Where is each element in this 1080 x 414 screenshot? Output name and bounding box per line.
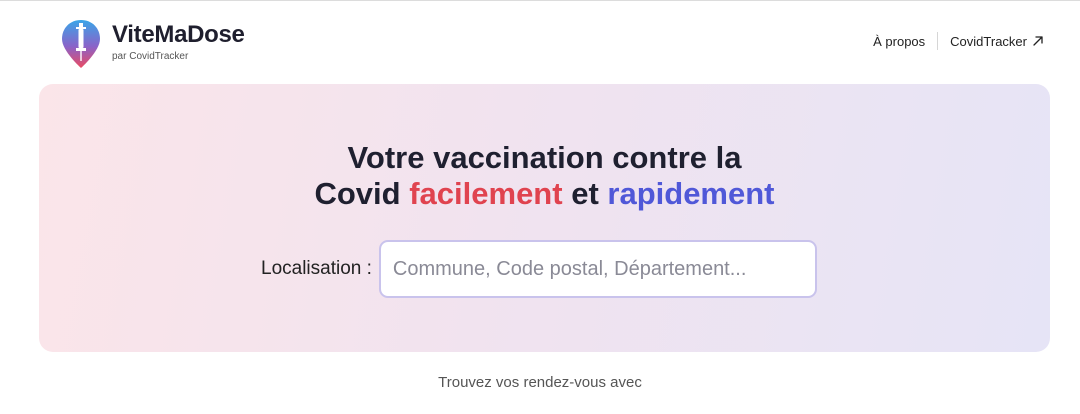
- hero-banner: Votre vaccination contre la Covid facile…: [39, 84, 1050, 352]
- hero-title-word-et: et: [571, 176, 599, 211]
- hero-title: Votre vaccination contre la Covid facile…: [39, 140, 1050, 212]
- footer-tagline: Trouvez vos rendez-vous avec: [438, 374, 642, 391]
- syringe-pin-icon: [62, 20, 100, 68]
- nav-divider: [937, 32, 939, 50]
- nav-link-covidtracker[interactable]: CovidTracker: [950, 34, 1044, 49]
- hero-title-word-covid: Covid: [314, 176, 401, 211]
- location-search-input[interactable]: [378, 240, 817, 298]
- arrow-up-right-icon: [1033, 36, 1043, 46]
- header-nav: À propos CovidTracker: [873, 32, 1044, 50]
- logo-subtitle: par CovidTracker: [112, 51, 189, 62]
- nav-link-covidtracker-label: CovidTracker: [950, 33, 1027, 49]
- site-header: ViteMaDose par CovidTracker À propos Cov…: [0, 0, 1080, 84]
- logo-text: ViteMaDose par CovidTracker: [112, 21, 245, 63]
- logo-link[interactable]: ViteMaDose par CovidTracker: [60, 18, 245, 70]
- hero-title-line1: Votre vaccination contre la: [347, 140, 742, 175]
- hero-title-word-facilement: facilement: [409, 176, 563, 211]
- hero-title-word-rapidement: rapidement: [607, 176, 775, 211]
- logo-title: ViteMaDose: [112, 21, 245, 48]
- nav-link-about[interactable]: À propos: [873, 34, 925, 49]
- search-row: Localisation :: [261, 240, 817, 298]
- search-label: Localisation :: [261, 258, 372, 279]
